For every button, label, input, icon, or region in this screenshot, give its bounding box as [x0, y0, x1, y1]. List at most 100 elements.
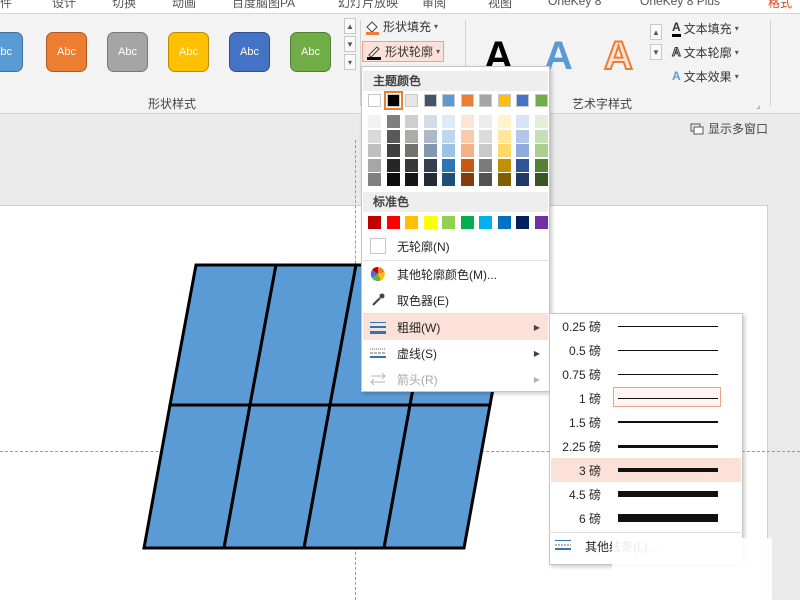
theme-shade-swatch[interactable]: [516, 144, 529, 157]
weight-option[interactable]: 3 磅: [551, 458, 741, 482]
weight-option[interactable]: 0.75 磅: [551, 362, 741, 386]
theme-color-swatch[interactable]: [516, 94, 529, 107]
weight-option-label: 0.25 磅: [562, 319, 601, 334]
no-outline-item[interactable]: 无轮廓(N): [363, 233, 548, 259]
theme-shade-swatch[interactable]: [460, 158, 474, 172]
theme-shade-swatch[interactable]: [516, 173, 529, 186]
weight-line-sample: [618, 444, 718, 448]
theme-shade-swatch[interactable]: [386, 115, 400, 128]
theme-shade-swatch[interactable]: [386, 158, 400, 172]
standard-colors-header: 标准色: [363, 192, 548, 212]
weight-option-label: 0.5 磅: [568, 343, 601, 358]
standard-color-swatch[interactable]: [479, 216, 492, 229]
dashes-item[interactable]: 虚线(S) ▶: [363, 340, 548, 366]
theme-shade-swatch[interactable]: [423, 115, 437, 128]
weight-option[interactable]: 1 磅: [551, 386, 741, 410]
theme-shade-swatch[interactable]: [442, 129, 455, 143]
chevron-right-icon: ▶: [533, 374, 540, 384]
theme-shade-swatch[interactable]: [405, 129, 418, 143]
standard-color-swatch[interactable]: [423, 216, 437, 229]
theme-color-swatch[interactable]: [442, 94, 455, 107]
theme-shade-swatch[interactable]: [386, 144, 400, 157]
dashes-label: 虚线(S): [397, 346, 437, 361]
weight-option-label: 0.75 磅: [562, 367, 601, 382]
weight-option[interactable]: 1.5 磅: [551, 410, 741, 434]
theme-shade-swatch[interactable]: [368, 115, 381, 128]
more-outline-colors-label: 其他轮廓颜色(M)...: [397, 267, 497, 282]
theme-shade-swatch[interactable]: [386, 129, 400, 143]
eyedropper-item[interactable]: 取色器(E): [363, 287, 548, 313]
standard-color-swatch[interactable]: [497, 216, 511, 229]
theme-shade-swatch[interactable]: [423, 158, 437, 172]
standard-color-swatch[interactable]: [534, 216, 548, 229]
weight-option[interactable]: 6 磅: [551, 506, 741, 530]
weight-option[interactable]: 0.25 磅: [551, 314, 741, 338]
theme-shade-swatch[interactable]: [460, 129, 474, 143]
theme-shade-swatch[interactable]: [368, 144, 381, 157]
theme-shade-swatch[interactable]: [460, 173, 474, 186]
theme-shade-swatch[interactable]: [534, 173, 548, 186]
dash-line-icon: [369, 344, 387, 362]
theme-shade-swatch[interactable]: [368, 173, 381, 186]
theme-shade-swatch[interactable]: [423, 144, 437, 157]
more-outline-colors-item[interactable]: 其他轮廓颜色(M)...: [363, 261, 548, 287]
theme-shade-swatch[interactable]: [442, 158, 455, 172]
theme-color-swatch[interactable]: [383, 91, 403, 110]
weight-option[interactable]: 4.5 磅: [551, 482, 741, 506]
theme-shade-swatch[interactable]: [405, 158, 418, 172]
theme-shade-swatch[interactable]: [497, 129, 511, 143]
weight-option-label: 1.5 磅: [568, 415, 601, 430]
weight-line-sample: [618, 468, 718, 472]
theme-shade-swatch[interactable]: [423, 173, 437, 186]
theme-shade-swatch[interactable]: [405, 173, 418, 186]
theme-color-swatch[interactable]: [423, 94, 437, 107]
theme-shade-swatch[interactable]: [479, 144, 492, 157]
theme-shade-swatch[interactable]: [497, 144, 511, 157]
theme-shade-swatch[interactable]: [497, 173, 511, 186]
theme-colors-header: 主题颜色: [363, 71, 548, 91]
standard-color-swatch[interactable]: [386, 216, 400, 229]
theme-shade-swatch[interactable]: [405, 144, 418, 157]
theme-shade-swatch[interactable]: [479, 173, 492, 186]
theme-color-swatch[interactable]: [479, 94, 492, 107]
theme-shade-swatch[interactable]: [442, 144, 455, 157]
weight-item[interactable]: 粗细(W) ▶: [363, 314, 548, 340]
theme-shade-swatch[interactable]: [479, 158, 492, 172]
standard-color-swatch[interactable]: [368, 216, 381, 229]
theme-shade-swatch[interactable]: [368, 129, 381, 143]
theme-shade-swatch[interactable]: [368, 158, 381, 172]
theme-shade-swatch[interactable]: [460, 115, 474, 128]
theme-shade-swatch[interactable]: [497, 115, 511, 128]
weight-option[interactable]: 2.25 磅: [551, 434, 741, 458]
theme-color-swatch[interactable]: [368, 94, 381, 107]
theme-shade-swatch[interactable]: [534, 144, 548, 157]
standard-color-swatch[interactable]: [460, 216, 474, 229]
theme-color-swatch[interactable]: [405, 94, 418, 107]
theme-shade-swatch[interactable]: [386, 173, 400, 186]
theme-shade-swatch[interactable]: [534, 129, 548, 143]
theme-color-swatch[interactable]: [534, 94, 548, 107]
theme-shade-swatch[interactable]: [479, 115, 492, 128]
theme-shade-swatch[interactable]: [534, 115, 548, 128]
theme-shade-swatch[interactable]: [423, 129, 437, 143]
standard-color-swatch[interactable]: [442, 216, 455, 229]
arrows-label: 箭头(R): [397, 372, 438, 387]
theme-color-swatch[interactable]: [497, 94, 511, 107]
theme-color-swatch[interactable]: [460, 94, 474, 107]
theme-shade-swatch[interactable]: [442, 173, 455, 186]
theme-shade-swatch[interactable]: [516, 158, 529, 172]
weight-line-sample: [618, 373, 718, 375]
theme-shade-swatch[interactable]: [442, 115, 455, 128]
theme-shade-swatch[interactable]: [460, 144, 474, 157]
theme-shade-swatch[interactable]: [534, 158, 548, 172]
weight-option[interactable]: 0.5 磅: [551, 338, 741, 362]
theme-shade-swatch[interactable]: [479, 129, 492, 143]
theme-shade-swatch[interactable]: [516, 129, 529, 143]
theme-shade-swatch[interactable]: [516, 115, 529, 128]
weight-option-label: 2.25 磅: [562, 439, 601, 454]
theme-shade-swatch[interactable]: [405, 115, 418, 128]
weight-line-sample: [618, 349, 718, 351]
standard-color-swatch[interactable]: [516, 216, 529, 229]
standard-color-swatch[interactable]: [405, 216, 418, 229]
theme-shade-swatch[interactable]: [497, 158, 511, 172]
